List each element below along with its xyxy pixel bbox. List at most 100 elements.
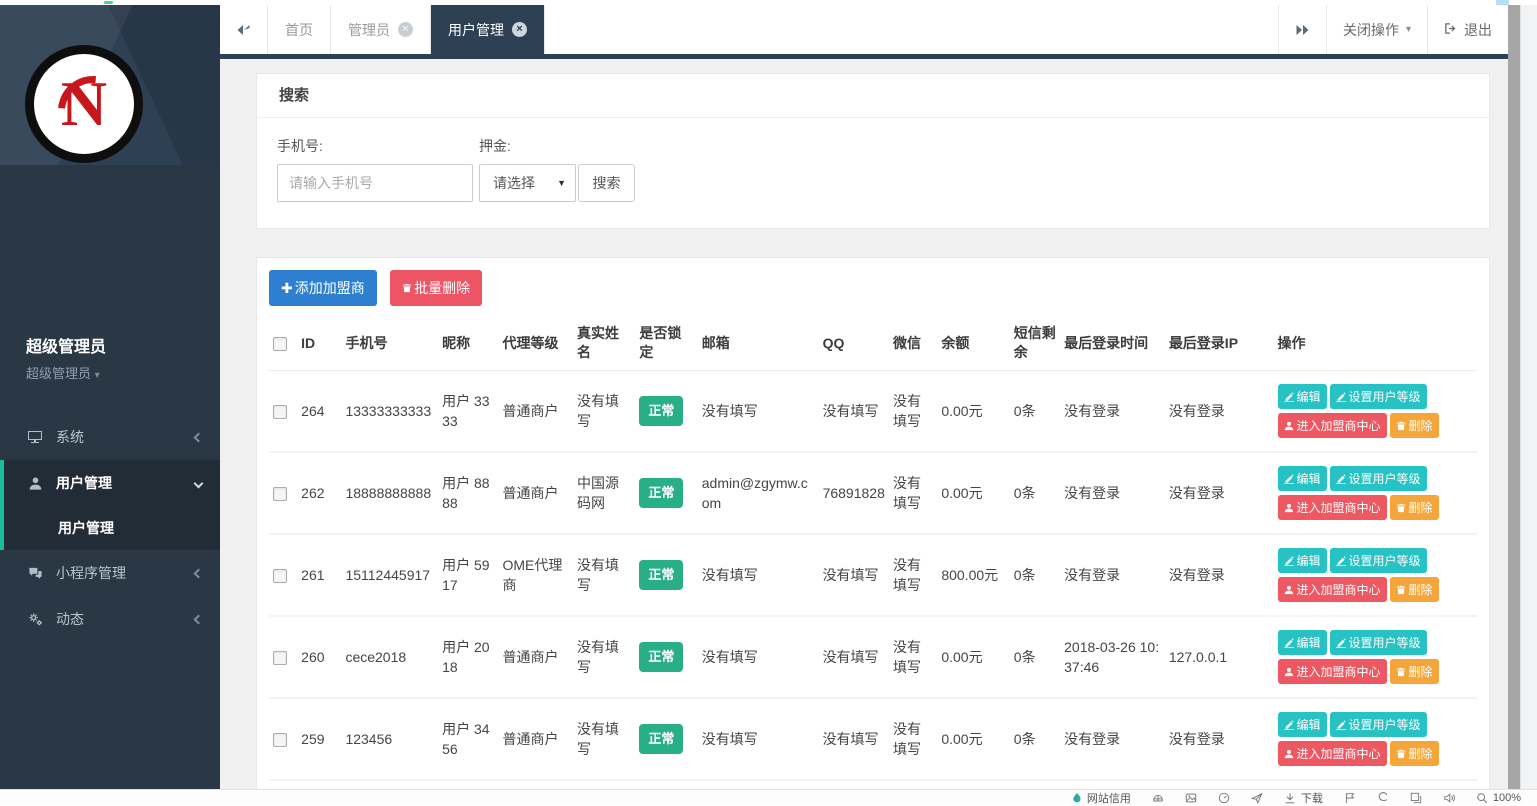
enter-franchisee-center-button[interactable]: 进入加盟商中心 — [1278, 495, 1387, 520]
enter-franchisee-center-button[interactable]: 进入加盟商中心 — [1278, 659, 1387, 684]
enter-franchisee-center-button[interactable]: 进入加盟商中心 — [1278, 577, 1387, 602]
edit-button[interactable]: 编辑 — [1278, 548, 1327, 573]
edit-button[interactable]: 编辑 — [1278, 384, 1327, 409]
delete-button[interactable]: 删除 — [1390, 577, 1439, 602]
row-checkbox[interactable] — [273, 405, 287, 419]
cell-last-login-time: 没有登录 — [1060, 371, 1165, 453]
sidebar-item-user-management[interactable]: 用户管理 — [4, 460, 220, 506]
rocket-icon-button[interactable] — [1251, 792, 1263, 804]
cell-phone: 15000000000 — [341, 780, 438, 789]
cell-phone: 123456 — [341, 698, 438, 780]
trash-icon — [402, 280, 412, 296]
status-badge: 正常 — [639, 478, 683, 508]
download-button[interactable]: 下载 — [1284, 790, 1323, 806]
tabs-scroll-left-button[interactable] — [220, 5, 268, 54]
page-scrollbar-thumb[interactable] — [1508, 5, 1520, 789]
delete-button[interactable]: 删除 — [1390, 659, 1439, 684]
edit-button[interactable]: 编辑 — [1278, 712, 1327, 737]
speaker-icon-button[interactable] — [1443, 792, 1455, 804]
delete-button[interactable]: 删除 — [1390, 495, 1439, 520]
tab-user-management[interactable]: 用户管理 × — [431, 5, 545, 54]
cell-balance: 0.00元 — [937, 371, 1009, 453]
cell-agent-level: 普通商户 — [498, 371, 572, 453]
browser-scrollbar[interactable] — [1520, 5, 1537, 789]
edit-button[interactable]: 编辑 — [1278, 466, 1327, 491]
logo-area: N — [0, 5, 220, 165]
cell-last-login-time: 没有登录 — [1060, 698, 1165, 780]
cell-wechat: 没有填写 — [889, 534, 937, 616]
phone-input[interactable] — [277, 164, 473, 202]
cell-balance: 0.00元 — [937, 616, 1009, 698]
cell-actions: 编辑设置用户等级进入加盟商中心删除 — [1274, 780, 1477, 789]
delete-button[interactable]: 删除 — [1390, 741, 1439, 766]
cell-qq: 没有填写 — [819, 698, 889, 780]
cell-sms-remaining: 0条 — [1010, 780, 1060, 789]
row-checkbox[interactable] — [273, 733, 287, 747]
table-row: 260cece2018用户 2018普通商户没有填写正常没有填写没有填写没有填写… — [269, 616, 1477, 698]
tab-bar: 首页 管理员 × 用户管理 × 关闭操作▾ 退出 — [220, 5, 1508, 54]
row-checkbox[interactable] — [273, 651, 287, 665]
set-user-level-button[interactable]: 设置用户等级 — [1330, 384, 1427, 409]
helmet-icon-button[interactable] — [1152, 792, 1164, 804]
brand-logo: N — [25, 45, 143, 163]
sidebar-item-miniprogram[interactable]: 小程序管理 — [0, 550, 220, 596]
set-user-level-button[interactable]: 设置用户等级 — [1330, 630, 1427, 655]
status-badge: 正常 — [639, 396, 683, 426]
close-icon[interactable]: × — [512, 22, 527, 37]
cell-last-login-ip: 没有登录 — [1165, 371, 1274, 453]
cell-last-login-ip: 127.0.0.1 — [1165, 616, 1274, 698]
image-icon-button[interactable] — [1185, 792, 1197, 804]
sidebar-user-role[interactable]: 超级管理员 ▾ — [26, 363, 220, 382]
row-checkbox[interactable] — [273, 487, 287, 501]
sidebar-subitem-user-management[interactable]: 用户管理 — [4, 506, 220, 550]
zoom-icon — [1476, 792, 1488, 804]
edit-button[interactable]: 编辑 — [1278, 630, 1327, 655]
cell-qq: 没有填写 — [819, 616, 889, 698]
tab-admin[interactable]: 管理员 × — [331, 5, 431, 54]
sidebar-item-system[interactable]: 系统 — [0, 414, 220, 460]
deposit-select[interactable]: 请选择 ▼ — [479, 164, 576, 202]
cell-id: 261 — [297, 534, 341, 616]
flag-icon-button[interactable] — [1344, 792, 1356, 804]
cell-balance: 0.00元 — [937, 780, 1009, 789]
wind-icon-button[interactable] — [1377, 792, 1389, 804]
enter-franchisee-center-button[interactable]: 进入加盟商中心 — [1278, 741, 1387, 766]
logout-icon — [1444, 22, 1457, 38]
set-user-level-button[interactable]: 设置用户等级 — [1330, 548, 1427, 573]
comments-icon — [26, 566, 44, 581]
sidebar-item-dynamic[interactable]: 动态 — [0, 596, 220, 642]
gauge-icon-button[interactable] — [1218, 792, 1230, 804]
set-user-level-button[interactable]: 设置用户等级 — [1330, 466, 1427, 491]
user-table-panel: ✚添加加盟商 批量删除 ID 手机号 昵称 代理等级 — [256, 257, 1490, 789]
set-user-level-button[interactable]: 设置用户等级 — [1330, 712, 1427, 737]
delete-button[interactable]: 删除 — [1390, 413, 1439, 438]
cell-actions: 编辑设置用户等级进入加盟商中心删除 — [1274, 616, 1477, 698]
cell-wechat: 没有填写 — [889, 780, 937, 789]
cell-balance: 0.00元 — [937, 698, 1009, 780]
page-zoom-button[interactable]: 100% — [1476, 792, 1521, 804]
helmet-icon — [1152, 792, 1164, 804]
add-franchisee-button[interactable]: ✚添加加盟商 — [269, 270, 377, 306]
logout-button[interactable]: 退出 — [1427, 5, 1508, 54]
close-operations-dropdown[interactable]: 关闭操作▾ — [1326, 5, 1427, 54]
enter-franchisee-center-button[interactable]: 进入加盟商中心 — [1278, 413, 1387, 438]
cell-nickname: 用户 8888 — [438, 452, 498, 534]
close-icon[interactable]: × — [398, 22, 413, 37]
window-icon-button[interactable] — [1410, 792, 1422, 804]
cell-lock-status: 正常 — [635, 698, 697, 780]
site-credit-button[interactable]: 网站信用 — [1072, 790, 1131, 806]
sidebar: N 超级管理员 超级管理员 ▾ 系统 用户管理 用户管理 — [0, 5, 220, 789]
table-row: 26218888888888用户 8888普通商户中国源码网正常admin@zg… — [269, 452, 1477, 534]
cell-actions: 编辑设置用户等级进入加盟商中心删除 — [1274, 698, 1477, 780]
plus-icon: ✚ — [281, 280, 293, 296]
tab-home[interactable]: 首页 — [268, 5, 331, 54]
row-checkbox[interactable] — [273, 569, 287, 583]
cell-nickname: 用户 2018 — [438, 616, 498, 698]
cell-qq: 没有填写 — [819, 780, 889, 789]
select-all-checkbox[interactable] — [273, 337, 287, 351]
monitor-icon — [26, 429, 44, 445]
search-button[interactable]: 搜索 — [578, 164, 635, 202]
cell-id: 258 — [297, 780, 341, 789]
batch-delete-button[interactable]: 批量删除 — [390, 270, 482, 306]
tabs-scroll-right-button[interactable] — [1278, 5, 1326, 54]
